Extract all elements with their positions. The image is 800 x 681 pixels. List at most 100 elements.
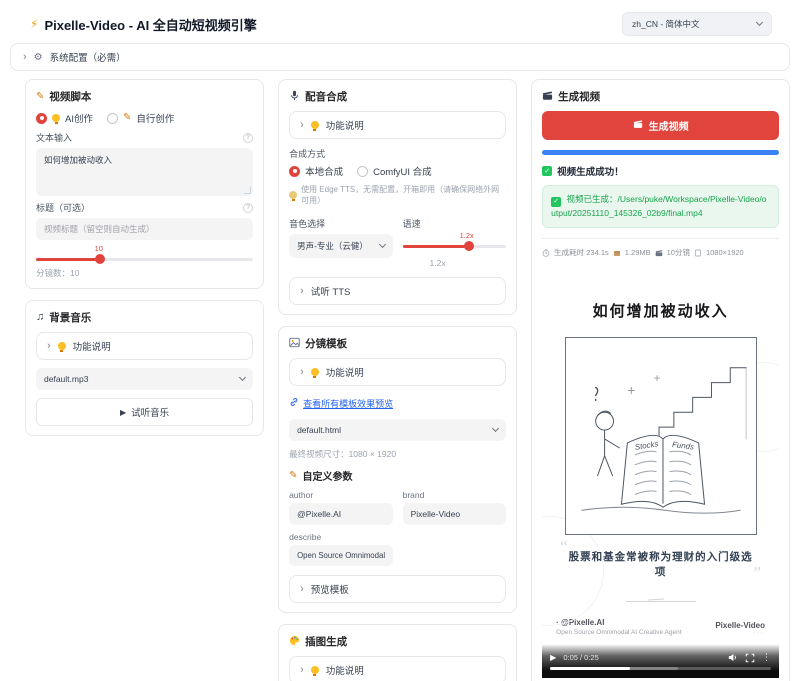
describe-field-group: describe (289, 532, 393, 566)
voice-synthesis-card: 配音合成 › 功能说明 合成方式 本地合成 (278, 79, 517, 315)
radio-selected-icon[interactable] (289, 166, 300, 177)
bulb-icon (311, 368, 319, 376)
preview-music-button[interactable]: 试听音乐 (36, 398, 253, 426)
template-help-accordion[interactable]: › 功能说明 (289, 358, 506, 386)
generate-video-card: 生成视频 生成视频 视频生成成功！ 视频已生成：/Users/puke/Work… (531, 79, 790, 681)
tts-hint: 使用 Edge TTS，无需配置，开箱即用（请确保网络外网可用） (289, 184, 506, 206)
illustration-title: 插图生成 (289, 634, 506, 649)
footer-description: Open Source Omnimodal AI Creative Agent (556, 629, 681, 636)
radio-local-synthesis[interactable]: 本地合成 (289, 164, 343, 178)
bgm-help-accordion[interactable]: › 功能说明 (36, 332, 253, 360)
text-input-label-row: 文本输入 (36, 131, 253, 144)
video-script-title: ✎ 视频脚本 (36, 89, 253, 104)
gear-icon: ⚙ (34, 52, 43, 63)
column-generate: 生成视频 生成视频 视频生成成功！ 视频已生成：/Users/puke/Work… (531, 79, 790, 681)
speed-slider-handle[interactable] (464, 241, 474, 251)
help-icon[interactable] (243, 133, 253, 143)
progress-bar (542, 150, 779, 155)
illustration-help-accordion[interactable]: › 功能说明 (289, 656, 506, 681)
timer-icon (542, 249, 550, 257)
video-time: 0:05 / 0:25 (563, 653, 598, 662)
radio-manual-create[interactable]: ✎ 自行创作 (107, 111, 174, 125)
lightning-icon: ⚡ (30, 17, 38, 31)
chevron-right-icon: › (300, 665, 304, 676)
voice-dropdown[interactable]: 男声-专业（云健） (289, 234, 393, 258)
main-columns: ✎ 视频脚本 AI创作 ✎ 自行创作 文本输入 (10, 79, 790, 681)
author-field-group: author (289, 490, 393, 525)
chevron-right-icon: › (23, 52, 27, 63)
radio-unselected-icon[interactable] (357, 166, 368, 177)
custom-params-title: ✎ 自定义参数 (289, 468, 506, 483)
slide-subtitle: 股票和基金常被称为理财的入门级选项 (564, 549, 757, 579)
system-config-accordion[interactable]: › ⚙ 系统配置（必需） (10, 43, 790, 71)
check-icon (551, 197, 561, 207)
help-icon[interactable] (243, 203, 253, 213)
close-quote-icon: ” (753, 563, 761, 583)
radio-unselected-icon[interactable] (107, 113, 118, 124)
memo-icon: ✎ (289, 471, 297, 481)
fullscreen-icon[interactable] (745, 653, 755, 663)
storyboard-slider-handle[interactable] (95, 254, 105, 264)
tts-preview-accordion[interactable]: › 试听 TTS (289, 277, 506, 305)
speed-slider[interactable]: 1.2x (403, 240, 507, 252)
preview-template-accordion[interactable]: › 预览模板 (289, 575, 506, 603)
chevron-down-icon (492, 425, 499, 432)
storyboard-illustration: Stocks Funds (570, 342, 752, 530)
footer-dots: ··· (715, 630, 765, 636)
view-all-templates-link[interactable]: 查看所有模板效果预览 (303, 397, 393, 410)
video-progress-bar[interactable] (550, 667, 771, 670)
chevron-right-icon: › (300, 584, 304, 595)
radio-ai-create[interactable]: AI创作 (36, 111, 93, 125)
play-icon[interactable] (550, 653, 556, 662)
voice-help-accordion[interactable]: › 功能说明 (289, 111, 506, 139)
video-preview[interactable]: 如何增加被动收入 (542, 266, 779, 678)
video-title-input[interactable] (36, 218, 253, 240)
slider-value: 10 (95, 244, 103, 253)
voice-select-group: 音色选择 男声-专业（云健） (289, 212, 393, 268)
app-root: ⚡ Pixelle-Video - AI 全自动短视频引擎 zh_CN - 简体… (0, 0, 800, 681)
describe-input[interactable] (289, 545, 393, 566)
language-dropdown[interactable]: zh_CN - 简体中文 (622, 12, 772, 36)
template-dropdown[interactable]: default.html (289, 419, 506, 441)
script-mode-radios: AI创作 ✎ 自行创作 (36, 111, 253, 125)
bulb-icon (52, 114, 60, 122)
kebab-menu-icon[interactable]: ⋮ (762, 652, 771, 663)
system-config-label: 系统配置（必需） (50, 50, 126, 64)
video-played (550, 667, 630, 670)
illustration-frame: Stocks Funds (565, 337, 757, 535)
radio-selected-icon[interactable] (36, 113, 47, 124)
chevron-right-icon: › (300, 120, 304, 131)
radio-comfyui-synthesis[interactable]: ComfyUI 合成 (357, 164, 432, 178)
generate-title: 生成视频 (542, 89, 779, 104)
author-input[interactable] (289, 503, 393, 525)
storyboard-slider[interactable]: 10 (36, 253, 253, 265)
brand-input[interactable] (403, 503, 507, 525)
sketch-divider (626, 601, 696, 602)
method-radios: 本地合成 ComfyUI 合成 (289, 164, 506, 178)
voice-title: 配音合成 (289, 89, 506, 104)
palette-icon (289, 635, 300, 649)
custom-params-fields: author brand describe (289, 490, 506, 566)
top-bar: ⚡ Pixelle-Video - AI 全自动短视频引擎 zh_CN - 简体… (10, 6, 790, 43)
bulb-icon (311, 666, 319, 674)
volume-icon[interactable] (727, 652, 738, 663)
chevron-down-icon (379, 241, 386, 248)
bgm-title: ♫ 背景音乐 (36, 310, 253, 325)
template-preview-link-row: 查看所有模板效果预览 (289, 394, 506, 412)
clapper-icon (633, 119, 643, 132)
voice-speed-row: 音色选择 男声-专业（云健） 语速 (289, 212, 506, 268)
generate-video-button[interactable]: 生成视频 (542, 111, 779, 140)
script-text-input[interactable]: 如何增加被动收入 (36, 148, 253, 196)
slider-fill (36, 258, 99, 261)
chevron-down-icon (239, 374, 246, 381)
bgm-file-dropdown[interactable]: default.mp3 (36, 368, 253, 390)
footer-left: · @Pixelle.AI Open Source Omnimodal AI C… (556, 618, 681, 636)
bulb-icon (311, 121, 319, 129)
clapper-icon (542, 90, 553, 104)
film-icon (655, 249, 663, 257)
footer-brand: Pixelle-Video (715, 621, 765, 630)
title-label-row: 标题（可选） (36, 201, 253, 214)
success-status: 视频生成成功！ (542, 164, 779, 178)
check-icon (542, 166, 552, 176)
speed-group: 语速 1.2x 1.2x (403, 212, 507, 268)
